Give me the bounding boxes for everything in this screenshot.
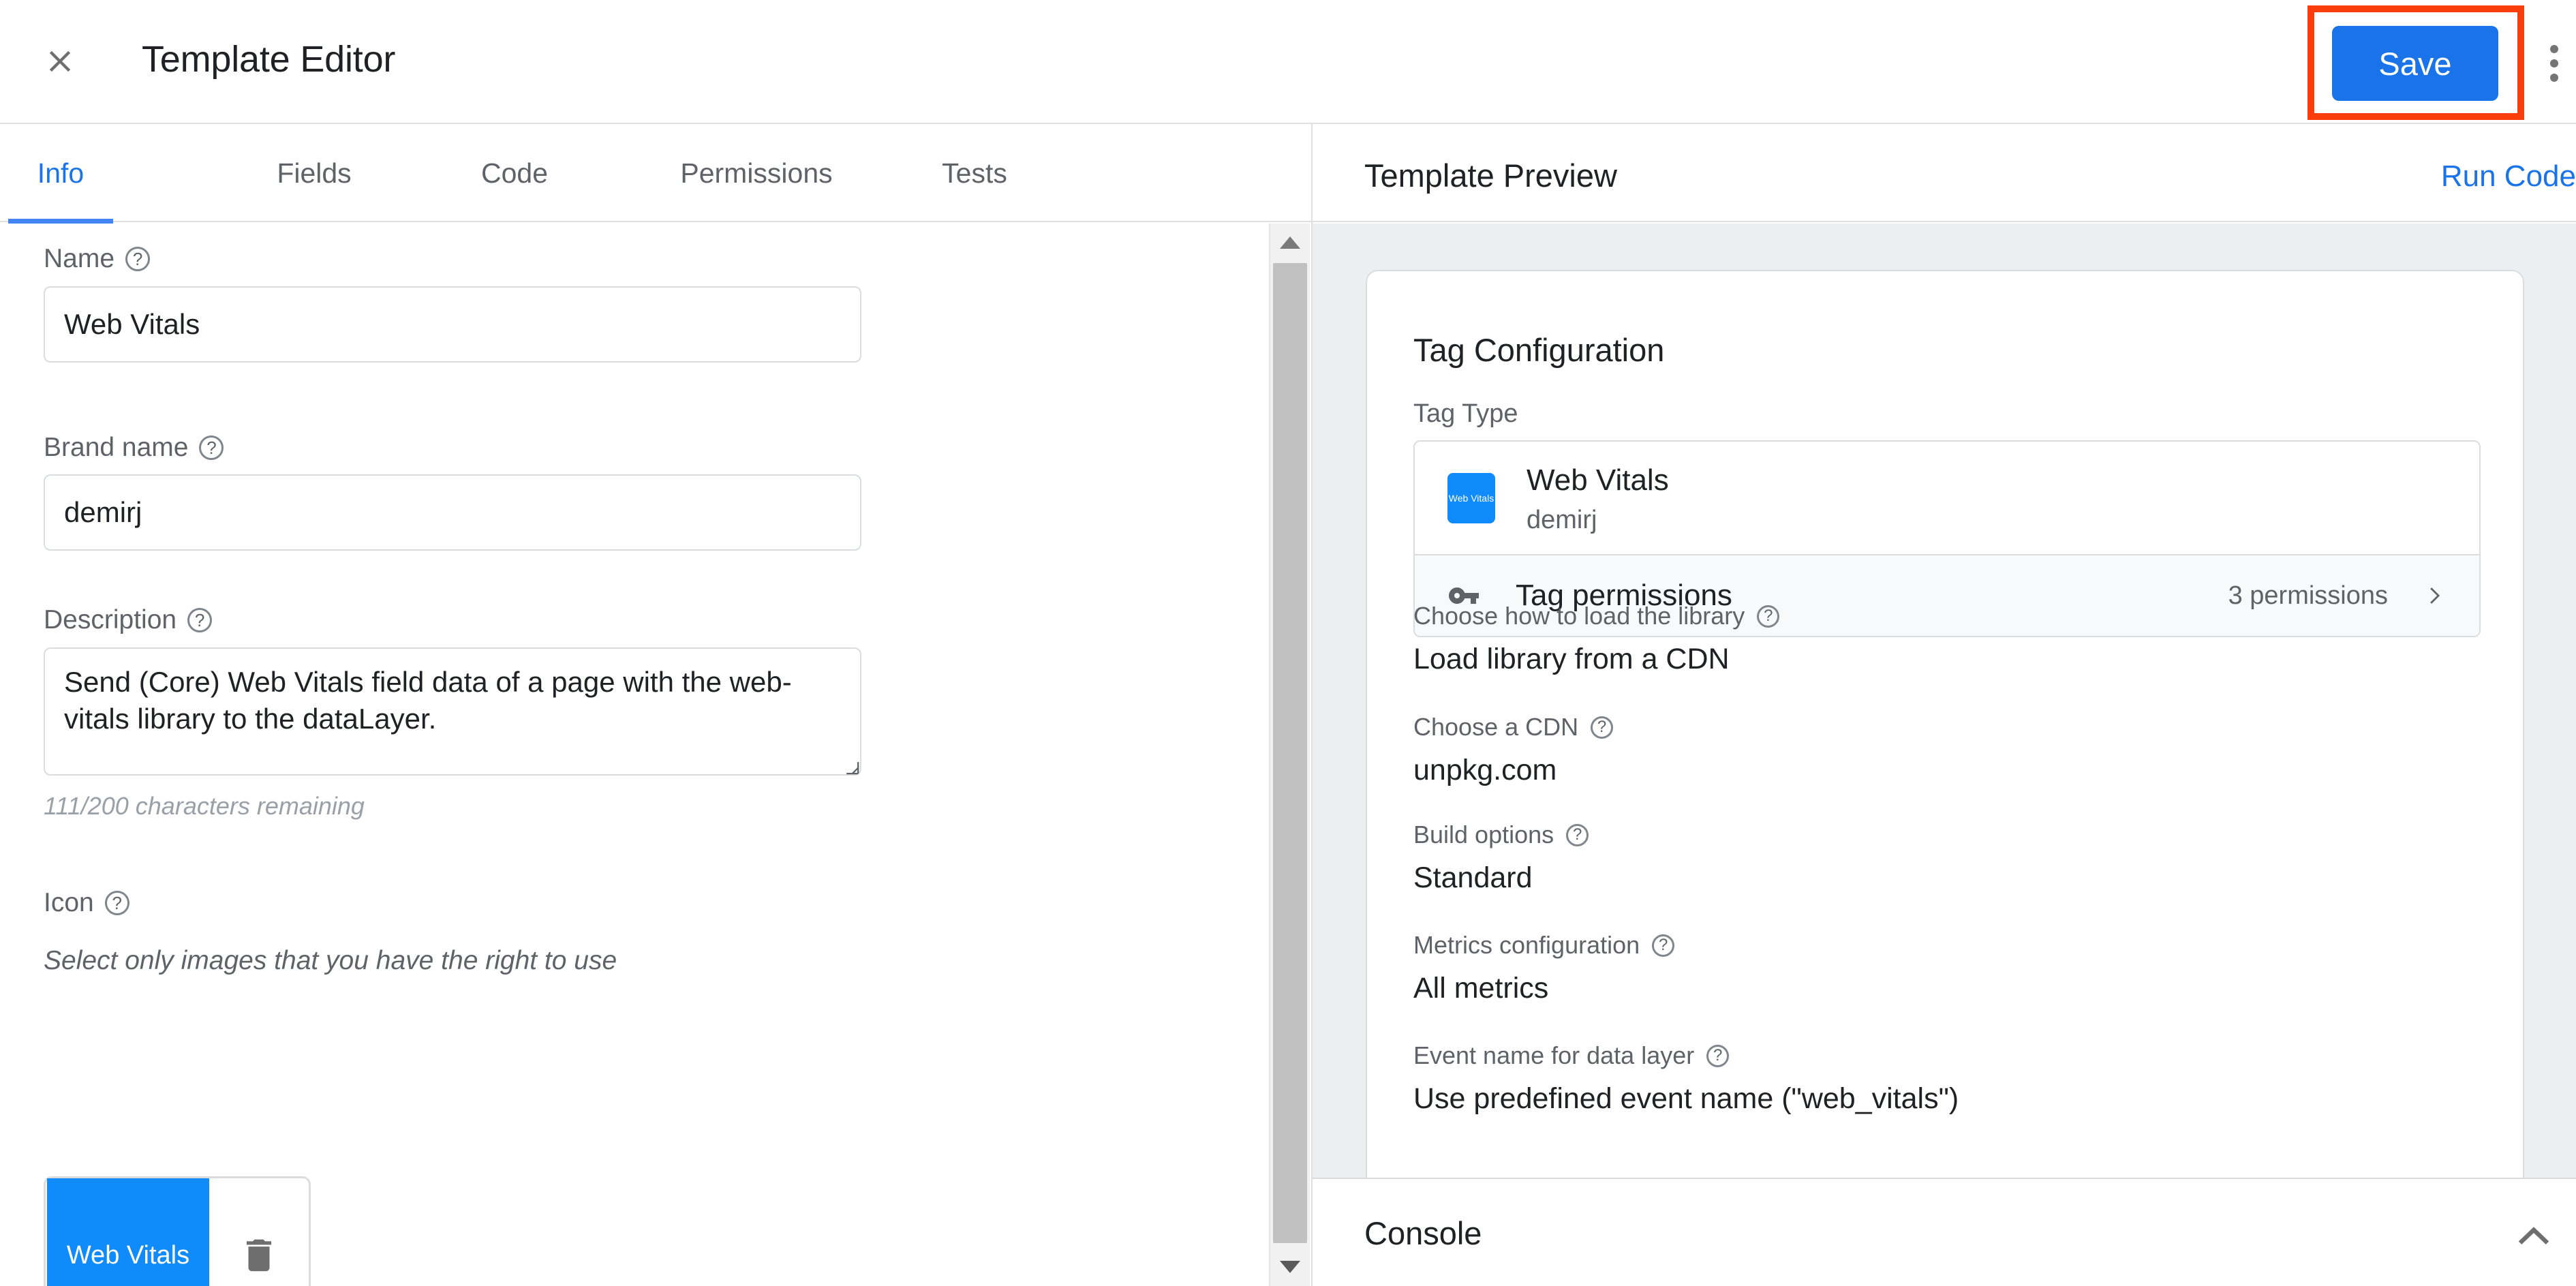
- preview-body: Tag Configuration Tag Type Web Vitals We…: [1313, 224, 2576, 1178]
- tab-fields-label: Fields: [277, 157, 352, 189]
- preview-field-label: Build options ?: [1413, 821, 1589, 849]
- preview-field-label-text: Metrics configuration: [1413, 931, 1640, 959]
- tag-type-icon: Web Vitals: [1447, 472, 1495, 523]
- preview-field-value: Use predefined event name ("web_vitals"): [1413, 1082, 1959, 1115]
- icon-hint-text: Select only images that you have the rig…: [44, 946, 617, 975]
- brand-name-label-text: Brand name: [44, 433, 189, 462]
- caret-up-icon: [1280, 236, 1300, 249]
- brand-name-label: Brand name ?: [44, 433, 224, 463]
- tag-permissions-count: 3 permissions: [2228, 581, 2388, 610]
- preview-field-value: All metrics: [1413, 972, 1549, 1005]
- more-options-button[interactable]: [2541, 42, 2568, 85]
- scrollbar-thumb[interactable]: [1273, 263, 1307, 1243]
- tab-active-underline: [8, 219, 113, 224]
- trash-icon: [246, 1239, 272, 1272]
- description-label: Description ?: [44, 605, 213, 635]
- preview-field-value: Standard: [1413, 861, 1533, 894]
- preview-header: Template Preview Run Code: [1313, 124, 2576, 222]
- preview-field-value: unpkg.com: [1413, 754, 1557, 786]
- preview-field: Choose a CDN ? unpkg.com: [1413, 713, 1614, 787]
- preview-field-label: Choose a CDN ?: [1413, 713, 1614, 741]
- tab-info-label: Info: [37, 157, 85, 189]
- tab-tests-label: Tests: [942, 157, 1007, 189]
- brand-name-input[interactable]: [44, 474, 861, 551]
- preview-title: Template Preview: [1364, 157, 1617, 194]
- tag-type-row[interactable]: Web Vitals Web Vitals demirj: [1415, 442, 2479, 554]
- card-title: Tag Configuration: [1413, 332, 1665, 368]
- description-textarea[interactable]: Send (Core) Web Vitals field data of a p…: [44, 647, 861, 776]
- help-icon[interactable]: ?: [1652, 934, 1675, 957]
- icon-preview-card: Web Vitals: [44, 1176, 311, 1286]
- tag-type-label: Tag Type: [1413, 399, 1518, 428]
- console-label: Console: [1364, 1215, 1482, 1251]
- scroll-down-button[interactable]: [1270, 1248, 1310, 1286]
- preview-field: Event name for data layer ? Use predefin…: [1413, 1041, 1959, 1116]
- caret-down-icon: [1280, 1261, 1300, 1273]
- tab-fields[interactable]: Fields: [256, 124, 372, 222]
- tab-permissions-label: Permissions: [680, 157, 833, 189]
- icon-label: Icon ?: [44, 888, 129, 918]
- preview-field-label: Metrics configuration ?: [1413, 931, 1675, 960]
- more-vert-icon-dot-1: [2550, 45, 2558, 53]
- tag-type-brand: demirj: [1527, 505, 1597, 534]
- name-label-text: Name: [44, 244, 115, 273]
- tag-type-texts: Web Vitals demirj: [1527, 461, 1669, 535]
- preview-field-label-text: Choose a CDN: [1413, 713, 1579, 741]
- tag-configuration-card: Tag Configuration Tag Type Web Vitals We…: [1366, 270, 2524, 1178]
- console-bar[interactable]: Console: [1313, 1178, 2576, 1286]
- left-panel-scrollbar[interactable]: [1269, 224, 1310, 1286]
- preview-field-label-text: Build options: [1413, 821, 1554, 848]
- save-button[interactable]: Save: [2332, 26, 2498, 101]
- preview-field-label: Event name for data layer ?: [1413, 1041, 1959, 1070]
- tab-code-label: Code: [480, 157, 548, 189]
- preview-field: Build options ? Standard: [1413, 821, 1589, 895]
- top-bar: Template Editor Save: [0, 0, 2576, 124]
- delete-icon-button[interactable]: [238, 1229, 280, 1282]
- close-button[interactable]: [40, 42, 80, 83]
- help-icon[interactable]: ?: [199, 435, 224, 460]
- help-icon[interactable]: ?: [1591, 716, 1614, 739]
- preview-field-label-text: Choose how to load the library: [1413, 602, 1745, 630]
- more-vert-icon-dot-2: [2550, 59, 2558, 67]
- help-icon[interactable]: ?: [104, 891, 129, 915]
- icon-thumbnail[interactable]: Web Vitals: [47, 1178, 209, 1286]
- chevron-right-icon: [2430, 587, 2440, 604]
- info-form: Name ? Brand name ? Description ? Send (…: [0, 224, 1268, 1286]
- tab-permissions[interactable]: Permissions: [654, 124, 859, 222]
- preview-field: Metrics configuration ? All metrics: [1413, 931, 1675, 1005]
- help-icon[interactable]: ?: [125, 247, 151, 271]
- help-icon[interactable]: ?: [1706, 1044, 1730, 1067]
- preview-field-value: Load library from a CDN: [1413, 643, 1730, 675]
- scroll-up-button[interactable]: [1270, 224, 1310, 262]
- chevron-up-icon[interactable]: [2515, 1220, 2553, 1247]
- tab-code[interactable]: Code: [463, 124, 566, 222]
- icon-label-text: Icon: [44, 888, 94, 917]
- run-code-button[interactable]: Run Code: [2441, 159, 2576, 194]
- name-label: Name ?: [44, 244, 151, 274]
- preview-field-label-text: Event name for data layer: [1413, 1041, 1695, 1069]
- chars-remaining-text: 111/200 characters remaining: [44, 792, 365, 820]
- help-icon[interactable]: ?: [187, 608, 213, 632]
- close-icon: [42, 44, 78, 82]
- preview-field-label: Choose how to load the library ?: [1413, 602, 1780, 630]
- more-vert-icon-dot-3: [2550, 74, 2558, 82]
- description-label-text: Description: [44, 605, 177, 634]
- editor-left-panel: Info Fields Code Permissions Tests Name …: [0, 124, 1311, 1286]
- preview-field: Choose how to load the library ? Load li…: [1413, 602, 1780, 676]
- tab-tests[interactable]: Tests: [920, 124, 1029, 222]
- editor-tabs: Info Fields Code Permissions Tests: [0, 124, 1311, 224]
- template-preview-panel: Template Preview Run Code Tag Configurat…: [1311, 124, 2576, 1286]
- tag-type-name: Web Vitals: [1527, 463, 1669, 497]
- help-icon[interactable]: ?: [1757, 604, 1780, 628]
- tab-info[interactable]: Info: [8, 124, 113, 224]
- help-icon[interactable]: ?: [1566, 823, 1589, 846]
- name-input[interactable]: [44, 286, 861, 363]
- page-title: Template Editor: [142, 39, 396, 80]
